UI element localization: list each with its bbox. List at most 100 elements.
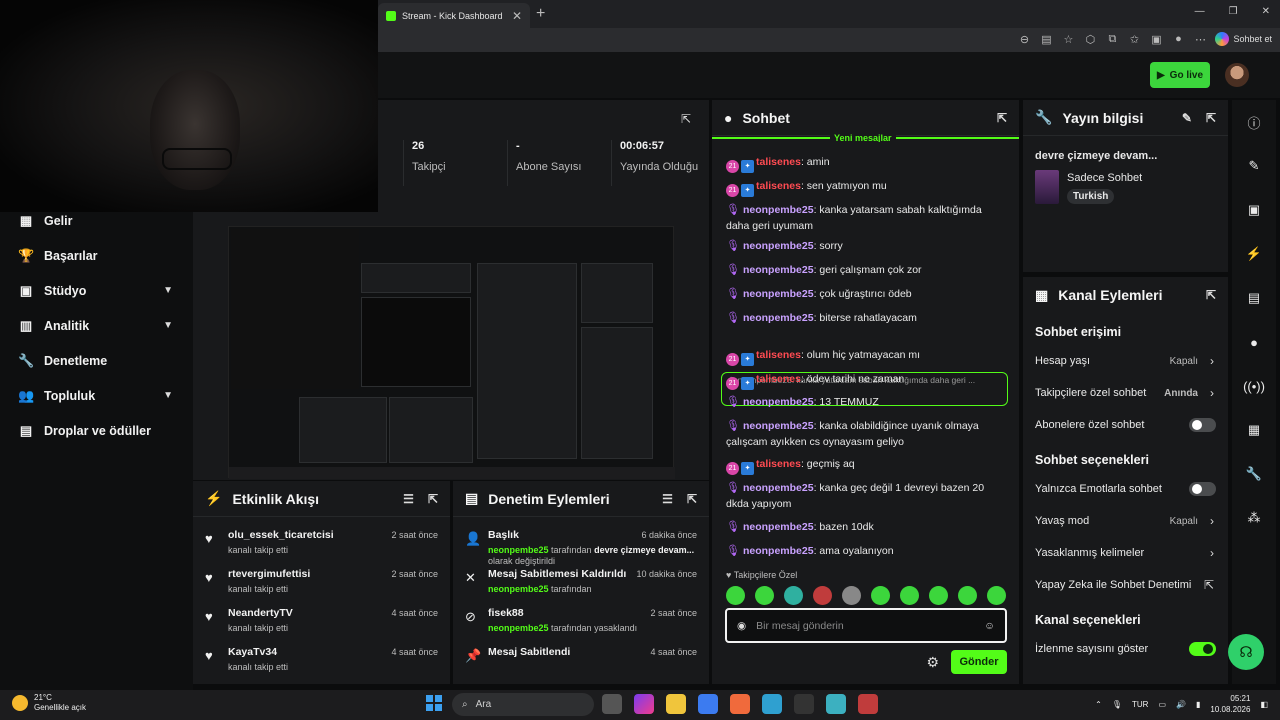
minimize-icon[interactable]: —	[1195, 6, 1205, 17]
moderator-name[interactable]: neonpembe25	[488, 623, 549, 633]
stream-preview[interactable]	[228, 226, 675, 479]
slow-mode-row[interactable]: Yavaş mod Kapalı ›	[1023, 505, 1228, 537]
chat-settings-gear-icon[interactable]: ⚙	[926, 654, 939, 671]
split-icon[interactable]: ⧉	[1105, 33, 1119, 46]
file-explorer-icon[interactable]	[666, 694, 686, 714]
broadcast-icon[interactable]: ((•))	[1232, 364, 1276, 408]
reader-icon[interactable]: ▤	[1039, 33, 1053, 46]
followers-only-row[interactable]: Takipçilere özel sohbet Anında ›	[1023, 377, 1228, 409]
chat-username[interactable]: talisenes	[756, 458, 801, 470]
chat-username[interactable]: neonpembe25	[743, 545, 814, 557]
expand-icon[interactable]: ⇱	[681, 112, 691, 126]
windows-start-icon[interactable]	[426, 695, 442, 711]
battery-icon[interactable]: ▮	[1196, 700, 1200, 709]
star-icon[interactable]: ☆	[1061, 33, 1075, 46]
wrench-icon[interactable]: 🔧	[1232, 452, 1276, 496]
emote-icon[interactable]	[813, 586, 832, 605]
emote-icon[interactable]	[842, 586, 861, 605]
taskbar-search[interactable]: ⌕ Ara	[452, 693, 594, 716]
lightning-icon[interactable]: ⚡	[1232, 232, 1276, 276]
chat-username[interactable]: neonpembe25	[743, 482, 814, 494]
emote-icon[interactable]	[987, 586, 1006, 605]
app-icon[interactable]	[826, 694, 846, 714]
close-tab-icon[interactable]: ✕	[512, 9, 522, 23]
popout-icon[interactable]: ⇱	[1206, 288, 1216, 302]
show-viewers-toggle[interactable]	[1189, 642, 1216, 656]
filter-icon[interactable]: ☰	[403, 492, 414, 506]
new-tab-button[interactable]: +	[536, 5, 545, 23]
emote-icon[interactable]	[900, 586, 919, 605]
chat-username[interactable]: neonpembe25	[743, 521, 814, 533]
menu-dots-icon[interactable]: ⋯	[1193, 33, 1207, 46]
weather-widget[interactable]: 21°C Genellikle açık	[12, 693, 86, 713]
sidebar-item-6[interactable]: ▤ Droplar ve ödüller	[0, 413, 193, 448]
popout-icon[interactable]: ⇱	[687, 492, 697, 506]
emote-icon[interactable]	[929, 586, 948, 605]
subs-only-toggle[interactable]	[1189, 418, 1216, 432]
chat-username[interactable]: neonpembe25	[743, 264, 814, 276]
language-indicator[interactable]: TUR	[1132, 700, 1148, 709]
share-icon[interactable]: ⁂	[1232, 496, 1276, 540]
collections-icon[interactable]: ▣	[1149, 33, 1163, 46]
sidebar-item-1[interactable]: 🏆 Başarılar	[0, 238, 193, 273]
filter-icon[interactable]: ☰	[662, 492, 673, 506]
chat-icon[interactable]: ●	[1232, 320, 1276, 364]
emotes-only-toggle[interactable]	[1189, 482, 1216, 496]
edit-pencil-icon[interactable]: ✎	[1182, 111, 1192, 125]
store-icon[interactable]	[698, 694, 718, 714]
brave-icon[interactable]	[730, 694, 750, 714]
chat-username[interactable]: neonpembe25	[743, 204, 814, 216]
pencil-icon[interactable]: ✎	[1232, 144, 1276, 188]
tray-chevron-icon[interactable]: ⌃	[1095, 700, 1102, 709]
popout-icon[interactable]: ⇱	[428, 492, 438, 506]
smiley-icon[interactable]: ☺	[984, 620, 995, 632]
task-view-icon[interactable]	[602, 694, 622, 714]
popout-icon[interactable]: ⇱	[997, 111, 1007, 125]
extensions-icon[interactable]: ⬡	[1083, 33, 1097, 46]
capture-icon[interactable]: ▣	[1232, 188, 1276, 232]
moderator-name[interactable]: neonpembe25	[488, 545, 549, 555]
sidebar-item-3[interactable]: ▥ Analitik ▼	[0, 308, 193, 343]
chat-username[interactable]: neonpembe25	[743, 396, 814, 408]
chat-username[interactable]: talisenes	[756, 180, 801, 192]
notification-icon[interactable]: ◧	[1260, 700, 1268, 709]
banned-words-row[interactable]: Yasaklanmış kelimeler ›	[1023, 537, 1228, 569]
chat-username[interactable]: neonpembe25	[743, 420, 814, 432]
microphone-icon[interactable]: 🎙	[1112, 700, 1122, 709]
sidebar-item-2[interactable]: ▣ Stüdyo ▼	[0, 273, 193, 308]
chat-username[interactable]: talisenes	[756, 373, 801, 385]
document-icon[interactable]: ▤	[1232, 276, 1276, 320]
chat-username[interactable]: neonpembe25	[743, 240, 814, 252]
emote-icon[interactable]	[784, 586, 803, 605]
info-icon[interactable]: ⓘ	[1232, 100, 1276, 144]
layout-icon[interactable]: ▦	[1232, 408, 1276, 452]
go-live-button[interactable]: ▶ Go live	[1150, 62, 1210, 88]
send-button[interactable]: Gönder	[951, 650, 1007, 674]
avatar[interactable]	[1225, 63, 1249, 87]
close-window-icon[interactable]: ✕	[1262, 6, 1270, 17]
ai-moderation-row[interactable]: Yapay Zeka ile Sohbet Denetimi ⇱	[1023, 569, 1228, 601]
popout-icon[interactable]: ⇱	[1206, 111, 1216, 125]
sidebar-item-4[interactable]: 🔧 Denetleme	[0, 343, 193, 378]
emote-icon[interactable]	[871, 586, 890, 605]
zoom-icon[interactable]: ⊖	[1017, 33, 1031, 46]
opera-icon[interactable]	[858, 694, 878, 714]
account-age-row[interactable]: Hesap yaşı Kapalı ›	[1023, 345, 1228, 377]
copilot-app-icon[interactable]	[634, 694, 654, 714]
sidebar-item-5[interactable]: 👥 Topluluk ▼	[0, 378, 193, 413]
favorites-icon[interactable]: ✩	[1127, 33, 1141, 46]
clock[interactable]: 05:21 10.08.2026	[1210, 693, 1250, 715]
chat-username[interactable]: neonpembe25	[743, 288, 814, 300]
support-headset-icon[interactable]: ☊	[1228, 634, 1264, 670]
emoji-picker-icon[interactable]: ◉	[737, 620, 746, 632]
edge-icon[interactable]	[762, 694, 782, 714]
emote-icon[interactable]	[755, 586, 774, 605]
chat-username[interactable]: talisenes	[756, 156, 801, 168]
profile-icon[interactable]: ●	[1171, 33, 1185, 45]
emote-icon[interactable]	[726, 586, 745, 605]
copilot-button[interactable]: Sohbet et	[1215, 32, 1272, 46]
obs-icon[interactable]	[794, 694, 814, 714]
browser-tab[interactable]: Stream - Kick Dashboard ✕	[378, 3, 530, 28]
chat-input[interactable]: ◉ Bir mesaj gönderin ☺	[725, 608, 1007, 643]
volume-icon[interactable]: 🔊	[1176, 700, 1186, 709]
